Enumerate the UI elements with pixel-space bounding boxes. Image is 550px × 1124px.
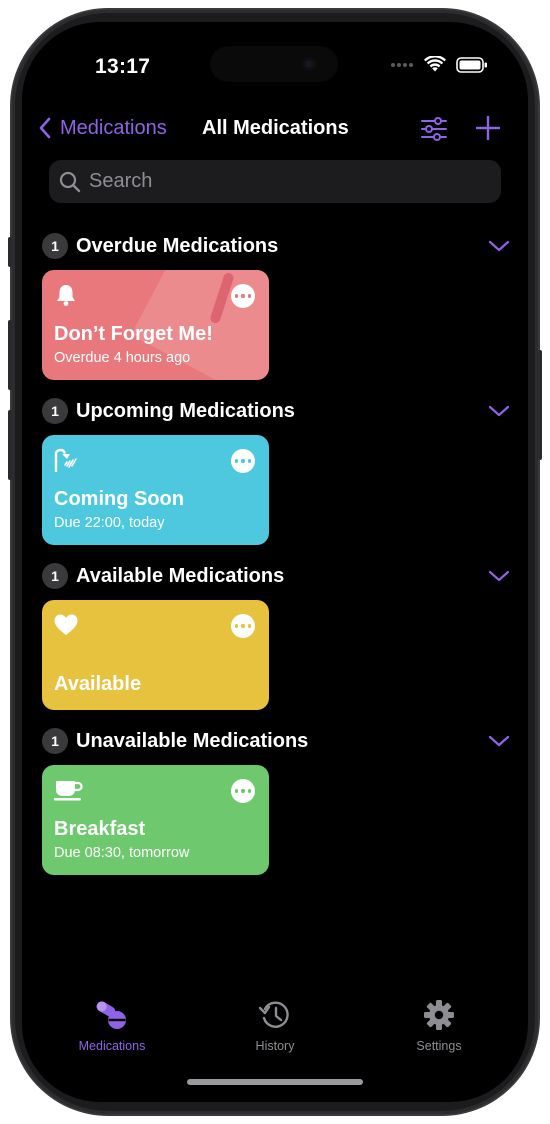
status-icons (390, 56, 488, 73)
medication-name: Coming Soon (54, 488, 184, 510)
search-placeholder: Search (89, 170, 153, 192)
cellular-signal-icon (391, 62, 413, 67)
status-time: 13:17 (95, 55, 151, 78)
volume-down-button (8, 410, 12, 480)
tab-medications[interactable]: Medications (52, 997, 172, 1053)
count-badge: 1 (42, 563, 68, 589)
power-button (538, 350, 542, 460)
medication-card-upcoming[interactable]: Coming Soon Due 22:00, today (42, 435, 269, 545)
medication-due: Overdue 4 hours ago (54, 350, 191, 366)
section-header-upcoming: 1 Upcoming Medications (42, 396, 512, 426)
chevron-down-icon (488, 735, 510, 747)
medication-card-unavailable[interactable]: Breakfast Due 08:30, tomorrow (42, 765, 269, 875)
front-camera (302, 57, 316, 71)
section-title: Upcoming Medications (76, 399, 295, 422)
tab-settings[interactable]: Settings (379, 997, 499, 1053)
more-options-button[interactable] (231, 779, 255, 803)
wifi-icon (424, 56, 446, 72)
page-title: All Medications (202, 117, 349, 139)
count-badge: 1 (42, 728, 68, 754)
sliders-icon (421, 117, 447, 141)
search-icon (59, 171, 81, 193)
shower-icon (53, 447, 79, 473)
count-badge: 1 (42, 233, 68, 259)
tab-bar: Medications History Settings (22, 997, 528, 1067)
tab-history[interactable]: History (215, 997, 335, 1053)
navigation-bar: Medications All Medications (22, 108, 528, 152)
cup-icon (53, 777, 85, 803)
section-header-unavailable: 1 Unavailable Medications (42, 726, 512, 756)
chevron-down-icon (488, 570, 510, 582)
back-button[interactable]: Medications (38, 116, 167, 140)
history-icon (258, 997, 292, 1033)
section-title: Unavailable Medications (76, 729, 309, 752)
more-options-button[interactable] (231, 449, 255, 473)
medication-name: Available (54, 673, 142, 695)
heart-icon (53, 612, 79, 638)
chevron-down-icon (488, 405, 510, 417)
medication-due: Due 22:00, today (54, 515, 165, 531)
filter-button[interactable] (420, 116, 448, 147)
medication-due: Due 08:30, tomorrow (54, 845, 190, 861)
add-medication-button[interactable] (475, 115, 501, 145)
dynamic-island (210, 46, 338, 82)
section-title: Available Medications (76, 564, 285, 587)
collapse-overdue-button[interactable] (488, 239, 510, 253)
back-button-label: Medications (60, 116, 167, 139)
count-badge: 1 (42, 398, 68, 424)
section-header-available: 1 Available Medications (42, 561, 512, 591)
chevron-left-icon (39, 117, 51, 139)
volume-up-button (8, 320, 12, 390)
more-options-button[interactable] (231, 284, 255, 308)
chevron-down-icon (488, 240, 510, 252)
medication-card-overdue[interactable]: Don’t Forget Me! Overdue 4 hours ago (42, 270, 269, 380)
medication-card-available[interactable]: Available (42, 600, 269, 710)
medication-name: Don’t Forget Me! (54, 323, 213, 345)
tab-label: History (255, 1039, 295, 1053)
section-title: Overdue Medications (76, 234, 279, 257)
collapse-unavailable-button[interactable] (488, 734, 510, 748)
pills-icon (94, 997, 130, 1033)
home-indicator[interactable] (187, 1079, 363, 1085)
collapse-upcoming-button[interactable] (488, 404, 510, 418)
bell-icon (53, 282, 79, 308)
plus-icon (475, 115, 501, 141)
tab-label: Settings (416, 1039, 462, 1053)
medication-name: Breakfast (54, 818, 146, 840)
collapse-available-button[interactable] (488, 569, 510, 583)
app-screen: 13:17 Medications All Medications Search… (22, 22, 528, 1102)
section-header-overdue: 1 Overdue Medications (42, 231, 512, 261)
more-options-button[interactable] (231, 614, 255, 638)
tab-label: Medications (78, 1039, 146, 1053)
battery-icon (456, 56, 487, 73)
search-input[interactable]: Search (49, 160, 501, 203)
gear-icon (423, 997, 455, 1033)
action-button (8, 237, 12, 267)
